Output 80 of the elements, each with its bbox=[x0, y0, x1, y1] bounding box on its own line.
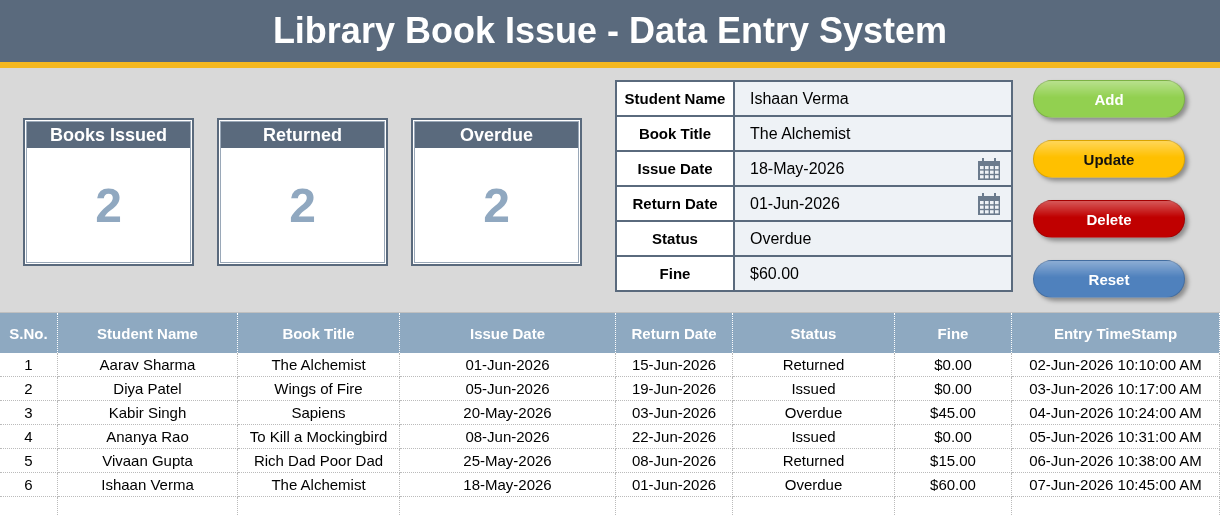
card-title: Returned bbox=[221, 122, 384, 148]
stat-value: 2 bbox=[289, 177, 316, 233]
table-cell: Sapiens bbox=[238, 401, 400, 425]
table-cell: 06-Jun-2026 10:38:00 AM bbox=[1012, 449, 1220, 473]
column-header: S.No. bbox=[0, 313, 58, 353]
card-title: Books Issued bbox=[27, 122, 190, 148]
calendar-icon[interactable] bbox=[977, 156, 1001, 181]
action-button[interactable]: Delete bbox=[1033, 200, 1185, 238]
table-cell: Overdue bbox=[733, 473, 895, 497]
table-cell: 20-May-2026 bbox=[400, 401, 616, 425]
action-button[interactable]: Update bbox=[1033, 140, 1185, 178]
table-cell: Ananya Rao bbox=[58, 425, 238, 449]
table-cell: 18-May-2026 bbox=[400, 473, 616, 497]
table-cell: To Kill a Mockingbird bbox=[238, 425, 400, 449]
table-cell: 04-Jun-2026 10:24:00 AM bbox=[1012, 401, 1220, 425]
column-header: Issue Date bbox=[400, 313, 616, 353]
table-cell: Overdue bbox=[733, 401, 895, 425]
table-cell: 05-Jun-2026 bbox=[400, 377, 616, 401]
column-header: Entry TimeStamp bbox=[1012, 313, 1220, 353]
table-cell: Issued bbox=[733, 377, 895, 401]
table-cell: 03-Jun-2026 10:17:00 AM bbox=[1012, 377, 1220, 401]
field-label: Status bbox=[617, 222, 733, 255]
field-label: Student Name bbox=[617, 82, 733, 115]
table-cell: 07-Jun-2026 10:45:00 AM bbox=[1012, 473, 1220, 497]
table-cell: The Alchemist bbox=[238, 353, 400, 377]
input-field[interactable]: 01-Jun-2026 bbox=[735, 187, 1011, 220]
table-cell: 3 bbox=[0, 401, 58, 425]
table-cell: 08-Jun-2026 bbox=[616, 449, 733, 473]
table-cell: Diya Patel bbox=[58, 377, 238, 401]
field-label: Issue Date bbox=[617, 152, 733, 185]
table-cell: 05-Jun-2026 10:31:00 AM bbox=[1012, 425, 1220, 449]
table-cell: 01-Jun-2026 bbox=[400, 353, 616, 377]
table-cell: Issued bbox=[733, 425, 895, 449]
column-header: Return Date bbox=[616, 313, 733, 353]
field-label: Book Title bbox=[617, 117, 733, 150]
table-cell: Vivaan Gupta bbox=[58, 449, 238, 473]
table-cell: Returned bbox=[733, 353, 895, 377]
table-cell: 5 bbox=[0, 449, 58, 473]
table-cell: 1 bbox=[0, 353, 58, 377]
table-cell: $60.00 bbox=[895, 473, 1012, 497]
table-cell: 02-Jun-2026 10:10:00 AM bbox=[1012, 353, 1220, 377]
calendar-icon[interactable] bbox=[977, 191, 1001, 216]
input-field[interactable]: Ishaan Verma bbox=[735, 82, 1011, 115]
table-cell: 2 bbox=[0, 377, 58, 401]
page-title: Library Book Issue - Data Entry System bbox=[272, 10, 948, 52]
field-label: Return Date bbox=[617, 187, 733, 220]
column-header: Status bbox=[733, 313, 895, 353]
table-cell: Wings of Fire bbox=[238, 377, 400, 401]
input-field[interactable]: The Alchemist bbox=[735, 117, 1011, 150]
table-cell: 08-Jun-2026 bbox=[400, 425, 616, 449]
stat-value: 2 bbox=[95, 177, 122, 233]
column-header: Student Name bbox=[58, 313, 238, 353]
table-cell: Aarav Sharma bbox=[58, 353, 238, 377]
table-cell: Returned bbox=[733, 449, 895, 473]
input-field[interactable]: 18-May-2026 bbox=[735, 152, 1011, 185]
table-cell: 25-May-2026 bbox=[400, 449, 616, 473]
table-cell: The Alchemist bbox=[238, 473, 400, 497]
stat-value: 2 bbox=[483, 177, 510, 233]
table-cell: $45.00 bbox=[895, 401, 1012, 425]
table-cell: $0.00 bbox=[895, 353, 1012, 377]
table-cell: 15-Jun-2026 bbox=[616, 353, 733, 377]
table-cell: Kabir Singh bbox=[58, 401, 238, 425]
table-cell: 4 bbox=[0, 425, 58, 449]
table-cell: $0.00 bbox=[895, 425, 1012, 449]
card-title: Overdue bbox=[415, 122, 578, 148]
table-cell: $0.00 bbox=[895, 377, 1012, 401]
table-cell: Ishaan Verma bbox=[58, 473, 238, 497]
input-field[interactable]: Overdue bbox=[735, 222, 1011, 255]
table-cell: Rich Dad Poor Dad bbox=[238, 449, 400, 473]
table-cell: 6 bbox=[0, 473, 58, 497]
column-header: Fine bbox=[895, 313, 1012, 353]
table-cell: 19-Jun-2026 bbox=[616, 377, 733, 401]
column-header: Book Title bbox=[238, 313, 400, 353]
table-cell: 22-Jun-2026 bbox=[616, 425, 733, 449]
field-label: Fine bbox=[617, 257, 733, 290]
table-cell: 01-Jun-2026 bbox=[616, 473, 733, 497]
table-cell: 03-Jun-2026 bbox=[616, 401, 733, 425]
input-field[interactable]: $60.00 bbox=[735, 257, 1011, 290]
action-button[interactable]: Reset bbox=[1033, 260, 1185, 298]
table-cell: $15.00 bbox=[895, 449, 1012, 473]
